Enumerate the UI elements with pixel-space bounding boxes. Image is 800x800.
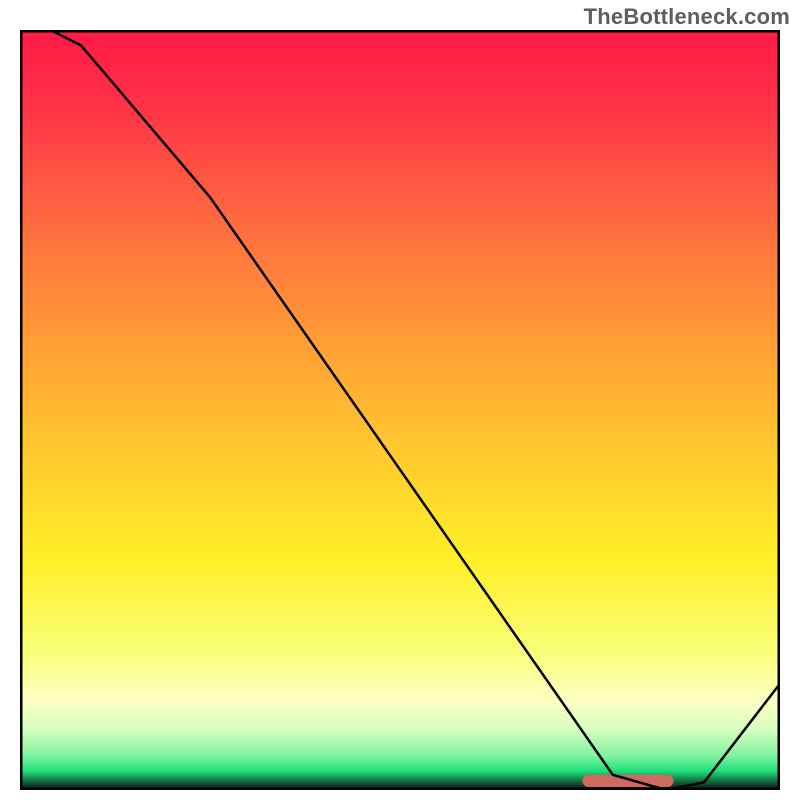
chart-plot-area xyxy=(20,30,780,790)
chart-background xyxy=(20,30,780,790)
chart-markers xyxy=(582,775,673,787)
watermark-text: TheBottleneck.com xyxy=(584,4,790,30)
chart-svg xyxy=(20,30,780,790)
marker-sweet-spot xyxy=(582,775,673,787)
